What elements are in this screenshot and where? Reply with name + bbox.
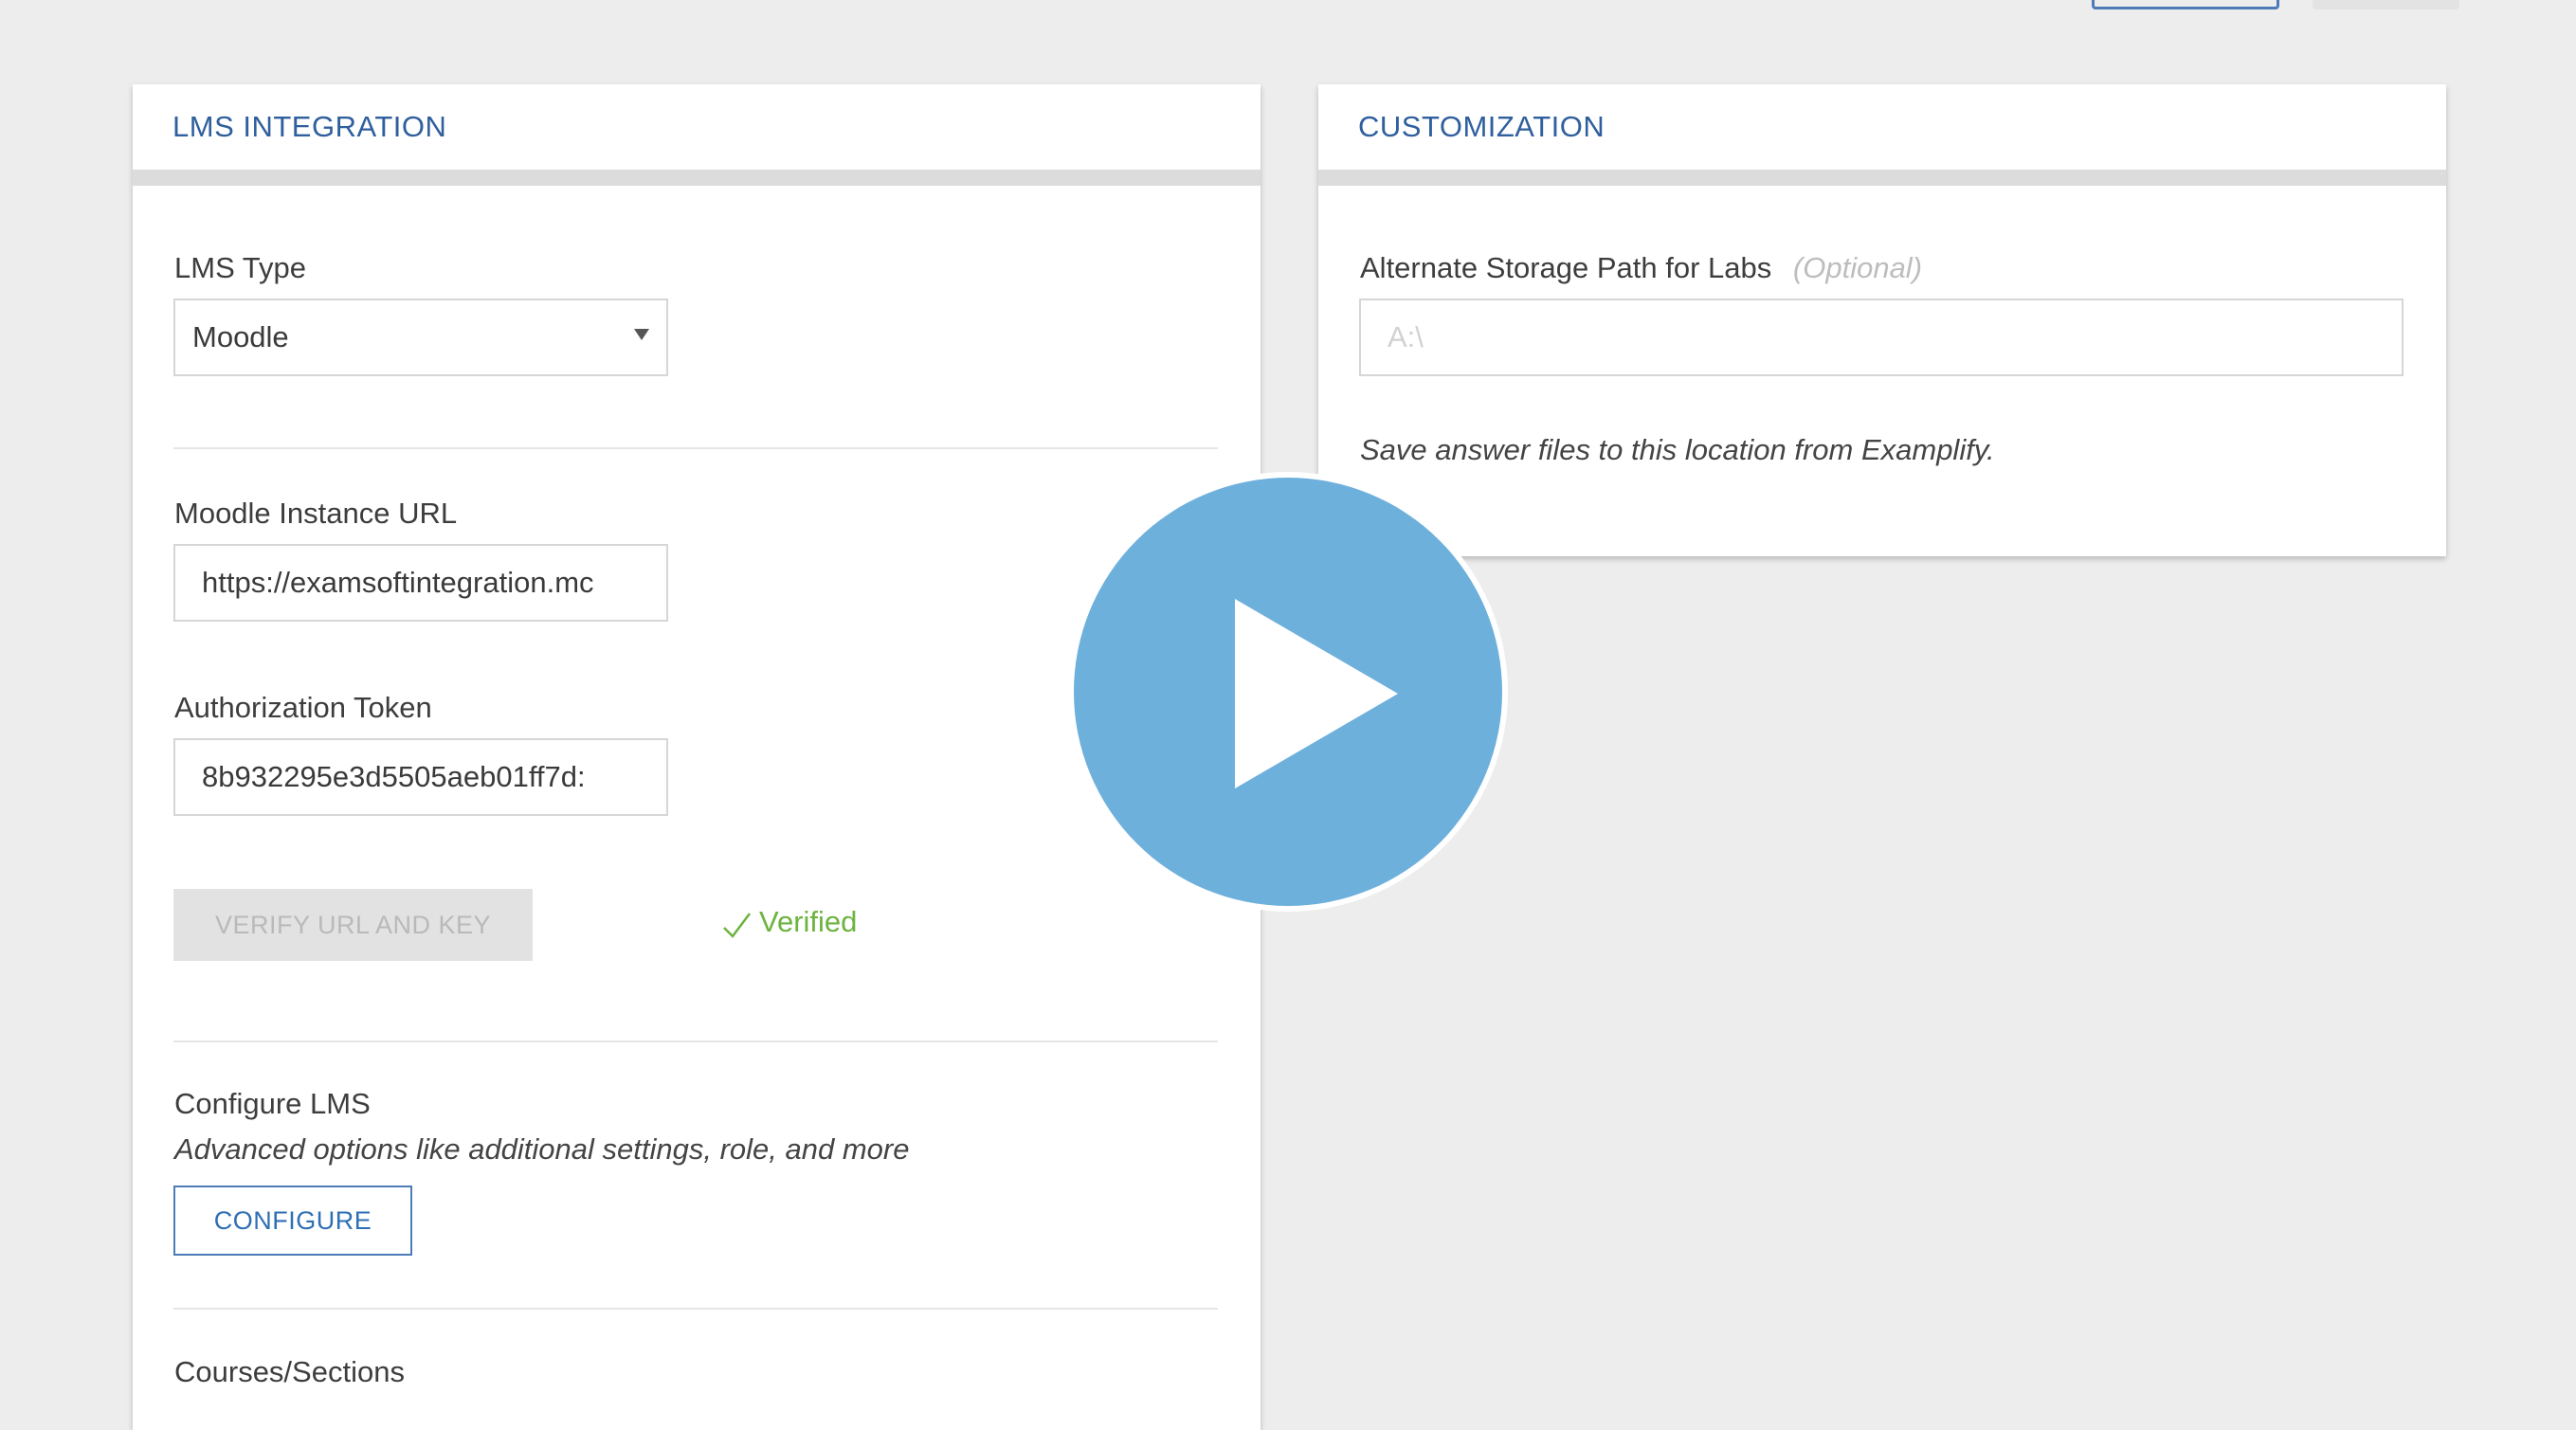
play-icon bbox=[1235, 599, 1398, 788]
divider bbox=[173, 447, 1218, 449]
configure-lms-description: Advanced options like additional setting… bbox=[174, 1132, 910, 1166]
storage-path-help: Save answer files to this location from … bbox=[1360, 433, 1995, 466]
top-action-button-secondary[interactable] bbox=[2313, 0, 2459, 9]
instance-url-label: Moodle Instance URL bbox=[174, 497, 458, 530]
lms-type-label: LMS Type bbox=[174, 251, 307, 284]
lms-type-value: Moodle bbox=[192, 320, 289, 353]
play-button[interactable] bbox=[1068, 472, 1508, 912]
verified-status: Verified bbox=[721, 903, 857, 941]
lms-type-select[interactable]: Moodle bbox=[173, 299, 668, 376]
storage-path-placeholder: A:\ bbox=[1388, 320, 1424, 353]
auth-token-label: Authorization Token bbox=[174, 691, 432, 724]
instance-url-value: https://examsoftintegration.mc bbox=[202, 566, 594, 599]
play-button-circle bbox=[1074, 478, 1502, 906]
verified-label: Verified bbox=[759, 905, 858, 938]
configure-button[interactable]: CONFIGURE bbox=[173, 1186, 412, 1256]
instance-url-input[interactable]: https://examsoftintegration.mc bbox=[173, 544, 668, 622]
divider bbox=[173, 1308, 1218, 1310]
auth-token-value: 8b932295e3d5505aeb01ff7d: bbox=[202, 760, 586, 793]
auth-token-input[interactable]: 8b932295e3d5505aeb01ff7d: bbox=[173, 738, 668, 816]
chevron-down-icon bbox=[634, 329, 649, 340]
storage-path-label-text: Alternate Storage Path for Labs bbox=[1360, 251, 1772, 284]
top-action-button-primary[interactable] bbox=[2092, 0, 2279, 9]
storage-path-label: Alternate Storage Path for Labs (Optiona… bbox=[1360, 251, 1922, 285]
customization-panel: CUSTOMIZATION Alternate Storage Path for… bbox=[1318, 84, 2446, 556]
storage-path-input[interactable]: A:\ bbox=[1359, 299, 2404, 376]
configure-lms-heading: Configure LMS bbox=[174, 1087, 371, 1120]
storage-path-optional: (Optional) bbox=[1792, 251, 1923, 284]
check-icon bbox=[723, 913, 751, 938]
courses-sections-heading: Courses/Sections bbox=[174, 1355, 405, 1388]
verify-url-and-key-button[interactable]: VERIFY URL AND KEY bbox=[173, 889, 533, 961]
customization-title: CUSTOMIZATION bbox=[1318, 84, 2446, 186]
lms-integration-title: LMS INTEGRATION bbox=[133, 84, 1261, 186]
divider bbox=[173, 1041, 1218, 1042]
